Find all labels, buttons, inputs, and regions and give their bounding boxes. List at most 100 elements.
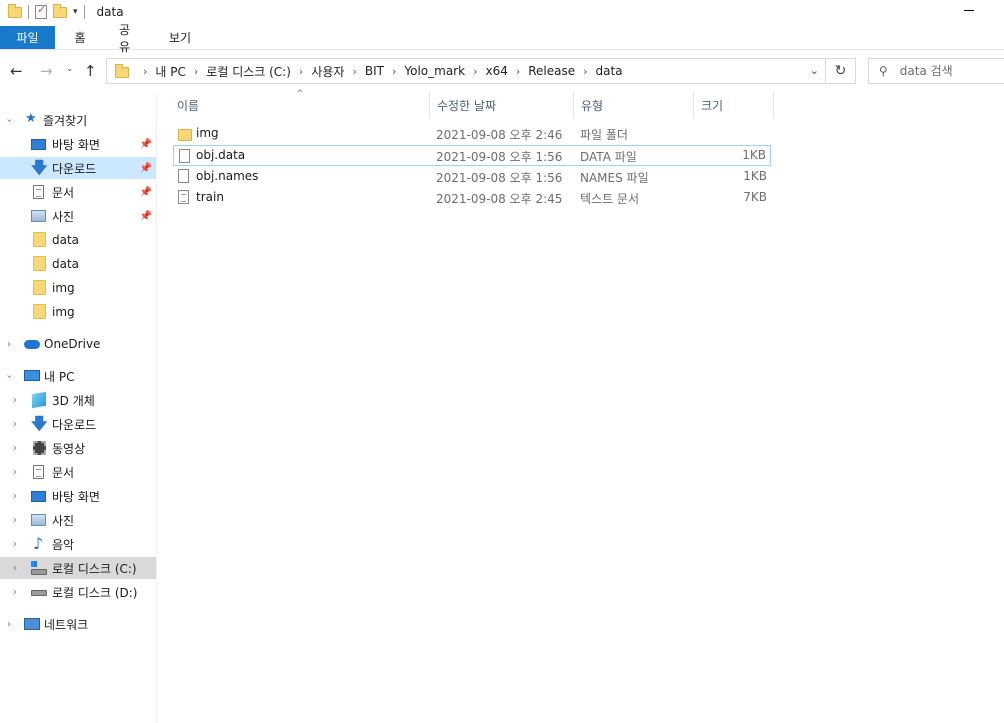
file-modified: 2021-09-08 오후 2:45 <box>436 192 563 206</box>
sidebar-item-label: 내 PC <box>44 369 75 384</box>
sidebar-item-pictures[interactable]: 사진 📌 <box>0 205 156 227</box>
chevron-right-icon[interactable]: › <box>194 65 198 78</box>
up-arrow-icon[interactable]: ↑ <box>84 62 97 80</box>
column-header-size[interactable]: 크기 <box>694 92 774 118</box>
title-bar: ▾ data <box>0 0 1004 24</box>
properties-icon[interactable] <box>35 3 47 19</box>
refresh-button[interactable]: ↻ <box>826 58 856 84</box>
recent-locations-icon[interactable]: ⌄ <box>66 64 74 74</box>
chevron-right-icon[interactable]: › <box>13 587 17 598</box>
tab-file[interactable]: 파일 <box>0 26 55 49</box>
sidebar-item-img[interactable]: img <box>0 301 156 323</box>
file-modified: 2021-09-08 오후 1:56 <box>436 150 563 164</box>
sidebar-item-desktop[interactable]: 바탕 화면 📌 <box>0 133 156 155</box>
chevron-down-icon[interactable]: › <box>4 374 15 378</box>
chevron-down-icon[interactable]: › <box>4 118 15 122</box>
sidebar-item-this-pc[interactable]: › 내 PC <box>0 365 156 387</box>
music-note-icon: ♪ <box>33 534 44 553</box>
tab-share[interactable]: 공유 <box>105 23 153 54</box>
network-icon <box>24 618 40 630</box>
sidebar-item-quick-access[interactable]: › ★ 즐겨찾기 <box>0 109 156 131</box>
sidebar-item-onedrive[interactable]: › OneDrive <box>0 333 156 355</box>
window-title: data <box>96 5 124 19</box>
pin-icon[interactable]: 📌 <box>140 187 152 198</box>
sidebar-item-videos[interactable]: › 동영상 <box>0 437 156 459</box>
file-size: 7KB <box>743 190 767 204</box>
chevron-right-icon[interactable]: › <box>13 395 17 406</box>
chevron-right-icon[interactable]: › <box>13 491 17 502</box>
folder-icon <box>178 129 192 141</box>
search-box[interactable]: ⚲ <box>868 58 1004 84</box>
file-row-train[interactable]: train 2021-09-08 오후 2:45 텍스트 문서 7KB <box>173 187 771 208</box>
minimize-button[interactable] <box>964 10 974 11</box>
breadcrumb-this-pc[interactable]: 내 PC <box>155 63 185 80</box>
pin-icon[interactable]: 📌 <box>140 211 152 222</box>
refresh-icon: ↻ <box>834 63 847 79</box>
chevron-right-icon[interactable]: › <box>13 539 17 550</box>
new-folder-icon[interactable] <box>53 3 67 18</box>
sidebar-item-pc-downloads[interactable]: › 🡇 다운로드 <box>0 413 156 435</box>
column-header-type[interactable]: 유형 <box>574 92 694 118</box>
chevron-down-icon[interactable]: ⌄ <box>810 64 819 77</box>
file-row-img[interactable]: img 2021-09-08 오후 2:46 파일 폴더 <box>173 123 771 144</box>
sidebar-item-pc-documents[interactable]: › 문서 <box>0 461 156 483</box>
chevron-right-icon[interactable]: › <box>516 65 520 78</box>
sidebar-item-label: 네트워크 <box>44 617 89 632</box>
back-arrow-icon[interactable]: ← <box>10 62 23 80</box>
text-file-icon <box>178 190 189 204</box>
breadcrumb-bit[interactable]: BIT <box>365 64 384 78</box>
sidebar-item-local-disk-c[interactable]: › 로컬 디스크 (C:) <box>0 557 156 579</box>
search-input[interactable] <box>899 64 990 78</box>
breadcrumb-release[interactable]: Release <box>528 64 575 78</box>
sidebar-item-3d-objects[interactable]: › 3D 개체 <box>0 389 156 411</box>
folder-icon <box>8 3 22 18</box>
file-row-obj-names[interactable]: obj.names 2021-09-08 오후 1:56 NAMES 파일 1K… <box>173 166 771 187</box>
divider <box>28 5 29 19</box>
column-header-modified[interactable]: 수정한 날짜 <box>430 92 574 118</box>
chevron-right-icon[interactable]: › <box>352 65 356 78</box>
chevron-right-icon[interactable]: › <box>143 65 147 78</box>
chevron-right-icon[interactable]: › <box>473 65 477 78</box>
sidebar-item-data[interactable]: data <box>0 229 156 251</box>
sidebar-item-pc-desktop[interactable]: › 바탕 화면 <box>0 485 156 507</box>
sidebar-item-music[interactable]: › ♪ 음악 <box>0 533 156 555</box>
sidebar-item-img[interactable]: img <box>0 277 156 299</box>
breadcrumb-data[interactable]: data <box>596 64 623 78</box>
chevron-right-icon[interactable]: › <box>13 467 17 478</box>
address-bar[interactable]: › 내 PC › 로컬 디스크 (C:) › 사용자 › BIT › Yolo_… <box>106 58 826 84</box>
chevron-right-icon[interactable]: › <box>7 339 11 350</box>
sidebar-item-downloads[interactable]: 🡇 다운로드 📌 <box>0 157 156 179</box>
chevron-right-icon[interactable]: › <box>7 619 11 630</box>
pin-icon[interactable]: 📌 <box>140 139 152 150</box>
chevron-right-icon[interactable]: › <box>13 419 17 430</box>
breadcrumb-yolo-mark[interactable]: Yolo_mark <box>404 64 465 78</box>
chevron-right-icon[interactable]: › <box>13 563 17 574</box>
customize-toolbar-icon[interactable]: ▾ <box>73 7 78 17</box>
desktop-icon <box>31 491 46 502</box>
sidebar-item-network[interactable]: › 네트워크 <box>0 613 156 635</box>
drive-icon <box>31 590 47 596</box>
forward-arrow-icon[interactable]: → <box>40 62 53 80</box>
tab-home[interactable]: 홈 <box>55 26 105 49</box>
sidebar-item-pc-pictures[interactable]: › 사진 <box>0 509 156 531</box>
column-header-label: 이름 <box>177 98 200 113</box>
ribbon-tabs: 파일 홈 공유 보기 <box>0 23 1004 54</box>
chevron-right-icon[interactable]: › <box>392 65 396 78</box>
chevron-right-icon[interactable]: › <box>583 65 587 78</box>
file-row-obj-data[interactable]: obj.data 2021-09-08 오후 1:56 DATA 파일 1KB <box>173 145 771 166</box>
chevron-right-icon[interactable]: › <box>13 515 17 526</box>
breadcrumb-local-disk-c[interactable]: 로컬 디스크 (C:) <box>206 63 291 80</box>
tab-view[interactable]: 보기 <box>153 26 207 49</box>
chevron-right-icon[interactable]: › <box>13 443 17 454</box>
sidebar-item-local-disk-d[interactable]: › 로컬 디스크 (D:) <box>0 581 156 603</box>
column-header-name[interactable]: 이름 <box>171 92 430 118</box>
sidebar-item-label: 3D 개체 <box>52 393 95 408</box>
sidebar-item-data[interactable]: data <box>0 253 156 275</box>
sidebar-item-label: 음악 <box>52 537 75 552</box>
picture-icon <box>31 514 46 526</box>
chevron-right-icon[interactable]: › <box>299 65 303 78</box>
sidebar-item-documents[interactable]: 문서 📌 <box>0 181 156 203</box>
breadcrumb-x64[interactable]: x64 <box>485 64 507 78</box>
pin-icon[interactable]: 📌 <box>140 163 152 174</box>
breadcrumb-users[interactable]: 사용자 <box>311 63 344 80</box>
